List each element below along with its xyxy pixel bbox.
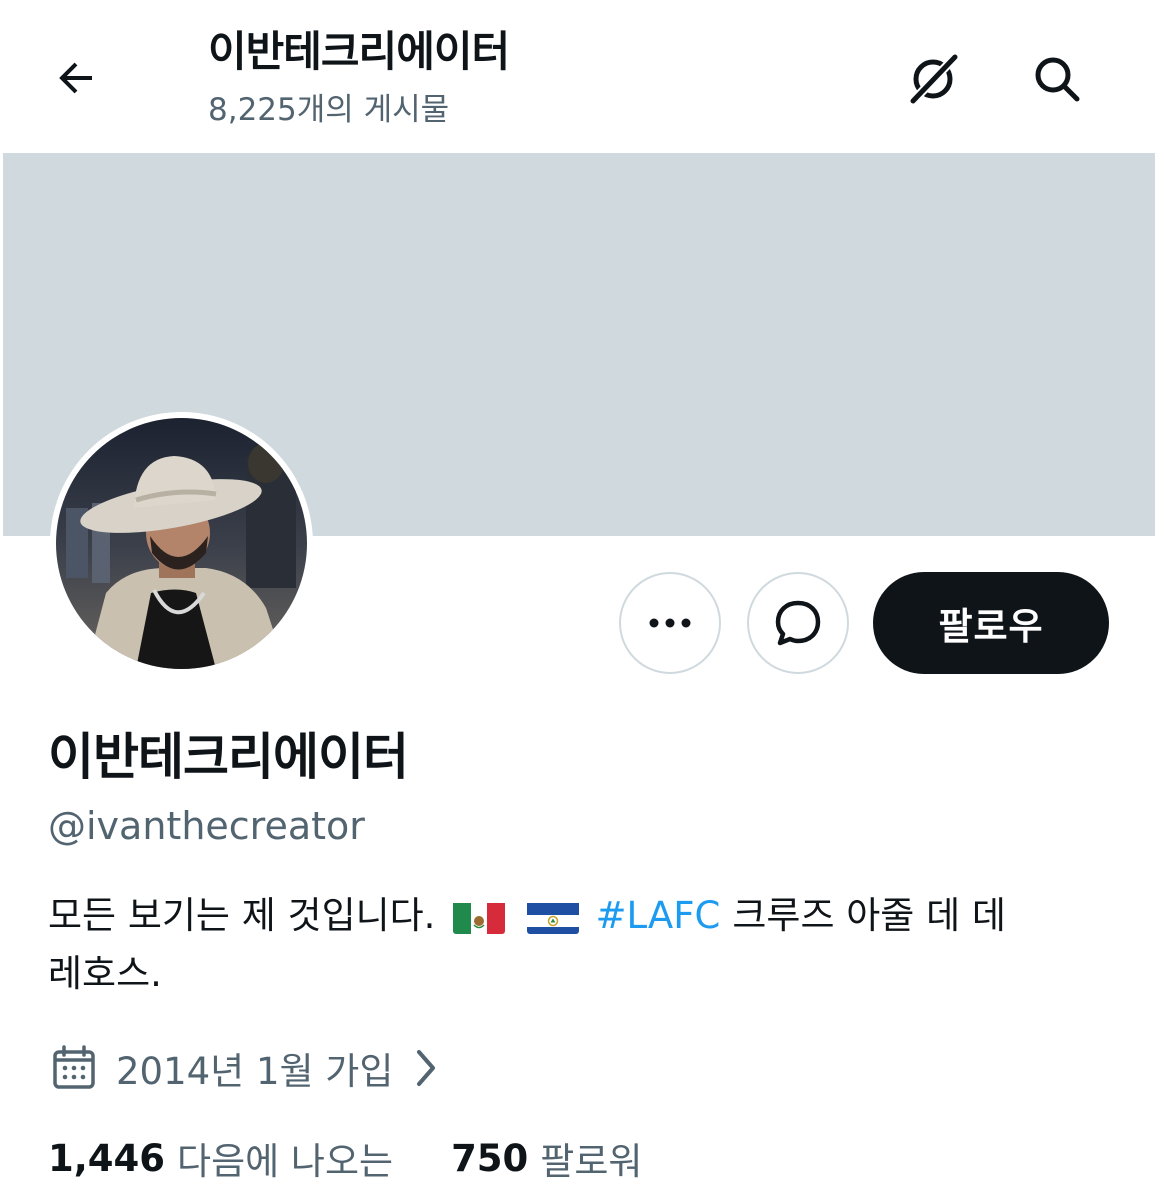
grok-button[interactable] — [900, 46, 966, 112]
profile-bio: 모든 보기는 제 것입니다. #LAFC 크루즈 아줄 데 데 레호스. — [48, 887, 1108, 1003]
joined-date-text: 2014년 1월 가입 — [116, 1050, 394, 1093]
follow-button[interactable]: 팔로우 — [873, 572, 1109, 674]
avatar-image — [56, 418, 307, 669]
bio-line-2: 레호스. — [48, 945, 1108, 1003]
grok-icon — [909, 53, 959, 105]
search-button[interactable] — [1024, 46, 1090, 112]
top-bar: 이반테크리에이터 8,225개의 게시물 — [0, 0, 1158, 152]
message-bubble-icon — [775, 600, 821, 646]
bio-text-3: 레호스. — [48, 952, 162, 995]
back-button[interactable] — [48, 50, 104, 106]
following-count[interactable]: 1,446 — [48, 1137, 165, 1180]
bio-hashtag-link[interactable]: #LAFC — [595, 887, 720, 945]
joined-date-row[interactable]: 2014년 1월 가입 — [50, 1038, 441, 1098]
mexico-flag — [453, 898, 506, 934]
more-dots-icon — [649, 618, 691, 628]
avatar[interactable] — [50, 412, 313, 675]
post-count: 8,225개의 게시물 — [208, 92, 450, 128]
followers-count[interactable]: 750 — [451, 1137, 528, 1180]
bio-line-1: 모든 보기는 제 것입니다. #LAFC 크루즈 아줄 데 데 — [48, 887, 1108, 945]
arrow-left-icon — [59, 62, 92, 94]
page-title: 이반테크리에이터 — [208, 27, 510, 76]
display-name: 이반테크리에이터 — [48, 728, 409, 786]
more-options-button[interactable] — [619, 572, 721, 674]
calendar-icon — [53, 1045, 95, 1089]
followers-label[interactable]: 팔로워 — [540, 1131, 642, 1185]
search-icon — [1035, 57, 1080, 102]
chevron-right-icon — [417, 1050, 436, 1086]
bio-text-2: 크루즈 아줄 데 데 — [732, 894, 1006, 937]
message-button[interactable] — [747, 572, 849, 674]
follow-stats: 1,446 다음에 나오는 750 팔로워 — [48, 1130, 642, 1186]
bio-text-1: 모든 보기는 제 것입니다. — [48, 894, 436, 937]
el-salvador-flag — [527, 898, 580, 934]
following-label[interactable]: 다음에 나오는 — [177, 1131, 393, 1185]
user-handle: @ivanthecreator — [48, 804, 365, 848]
